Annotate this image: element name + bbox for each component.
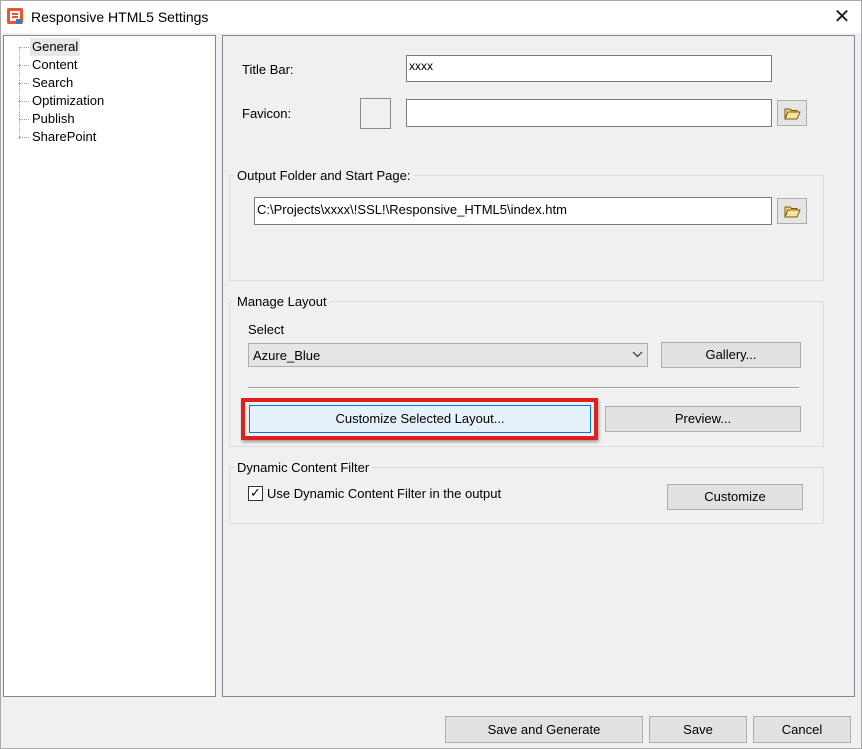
manage-layout-group-title: Manage Layout — [234, 294, 330, 309]
tree-item-general[interactable]: General — [30, 38, 81, 56]
settings-dialog: Responsive HTML5 Settings ✕ General Cont… — [0, 0, 862, 749]
tree-connector — [19, 65, 29, 66]
dynamic-content-filter-group-title: Dynamic Content Filter — [234, 460, 373, 475]
output-folder-group-title: Output Folder and Start Page: — [234, 168, 414, 183]
customize-selected-layout-button[interactable]: Customize Selected Layout... — [249, 405, 591, 433]
window-title: Responsive HTML5 Settings — [31, 9, 209, 25]
tree-connector — [19, 137, 29, 138]
layout-select-label: Select — [248, 322, 285, 337]
output-browse-button[interactable] — [777, 198, 807, 224]
favicon-label: Favicon: — [242, 106, 292, 121]
dcf-checkbox[interactable]: ✓ — [248, 485, 263, 501]
close-button[interactable]: ✕ — [823, 1, 861, 33]
dcf-customize-button[interactable]: Customize — [667, 484, 803, 510]
cancel-button[interactable]: Cancel — [753, 716, 851, 743]
folder-open-icon — [784, 206, 801, 218]
layout-dropdown[interactable]: Azure_Blue — [248, 343, 648, 367]
settings-tree: General Content Search Optimization Publ… — [3, 35, 216, 697]
tree-item-content[interactable]: Content — [30, 56, 80, 74]
checkmark-icon: ✓ — [250, 485, 261, 500]
layout-dropdown-value: Azure_Blue — [253, 348, 321, 363]
folder-open-icon — [784, 108, 801, 120]
gallery-button[interactable]: Gallery... — [661, 342, 801, 368]
tree-item-search[interactable]: Search — [30, 74, 75, 92]
tree-item-sharepoint[interactable]: SharePoint — [30, 128, 98, 146]
tree-connector — [19, 47, 20, 139]
tree-connector — [19, 101, 29, 102]
layout-separator — [248, 387, 799, 389]
output-path-input[interactable]: C:\Projects\xxxx\!SSL!\Responsive_HTML5\… — [254, 197, 772, 225]
save-button[interactable]: Save — [649, 716, 747, 743]
tree-item-optimization[interactable]: Optimization — [30, 92, 106, 110]
tree-item-publish[interactable]: Publish — [30, 110, 77, 128]
title-bar-label: Title Bar: — [242, 62, 294, 77]
favicon-preview — [360, 98, 391, 129]
app-logo-icon — [7, 8, 23, 24]
tree-connector — [19, 119, 29, 120]
dcf-checkbox-label: Use Dynamic Content Filter in the output — [267, 486, 502, 501]
output-folder-group — [229, 175, 824, 281]
tree-connector — [19, 83, 29, 84]
chevron-down-icon — [632, 351, 643, 358]
tree-connector — [19, 47, 29, 48]
favicon-browse-button[interactable] — [777, 100, 807, 126]
favicon-input[interactable] — [406, 99, 772, 127]
preview-button[interactable]: Preview... — [605, 406, 801, 432]
title-bar: Responsive HTML5 Settings ✕ — [1, 1, 861, 33]
title-bar-input[interactable]: xxxx — [406, 55, 772, 82]
save-and-generate-button[interactable]: Save and Generate — [445, 716, 643, 743]
